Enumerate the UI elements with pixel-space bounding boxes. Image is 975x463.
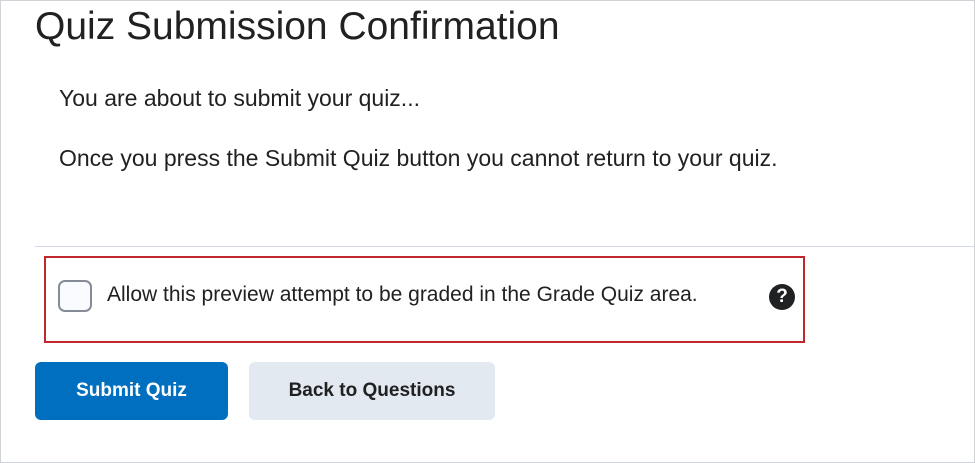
question-circle-icon[interactable]: ? [769, 284, 795, 310]
quiz-submission-dialog: Quiz Submission Confirmation You are abo… [0, 0, 975, 463]
submit-quiz-button[interactable]: Submit Quiz [35, 362, 228, 420]
intro-text: You are about to submit your quiz... [59, 85, 420, 111]
page-title: Quiz Submission Confirmation [35, 5, 560, 48]
back-to-questions-button[interactable]: Back to Questions [249, 362, 495, 420]
allow-graded-checkbox-label[interactable]: Allow this preview attempt to be graded … [107, 281, 698, 309]
allow-graded-checkbox[interactable] [58, 280, 92, 312]
warning-text: Once you press the Submit Quiz button yo… [59, 145, 778, 171]
section-divider [35, 246, 974, 247]
